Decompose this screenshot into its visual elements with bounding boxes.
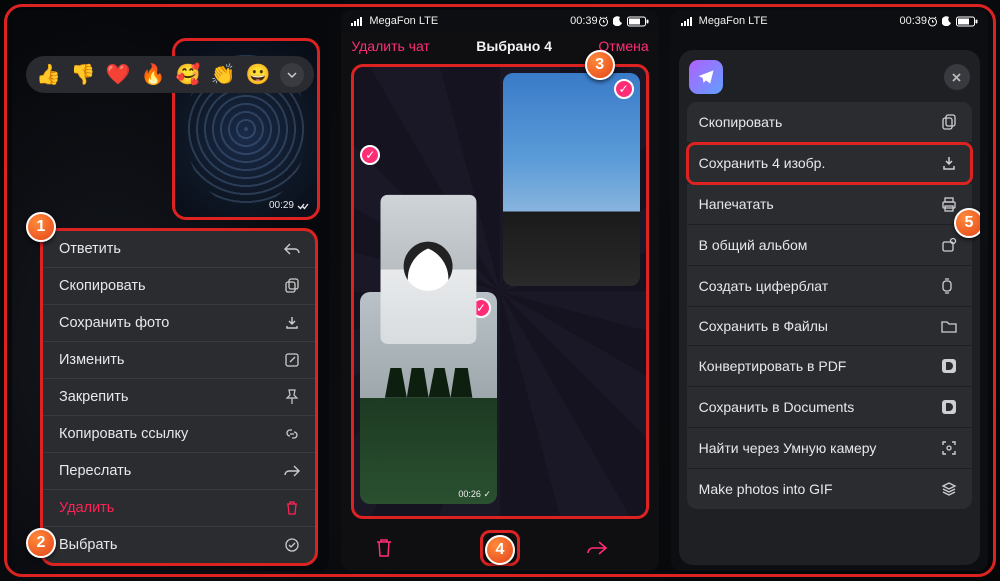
ctx-item-edit[interactable]: Изменить [43,342,315,379]
selected-gallery: ✓ ✓ ✓ ✓ 00:26 ✓ [351,64,648,519]
status-bar: MegaFon LTE 00:39 [341,10,658,32]
forward-icon [283,462,301,480]
step-badge-3: 3 [585,50,615,80]
delete-chat-button[interactable]: Удалить чат [351,38,430,54]
selection-title: Выбрано 4 [476,38,552,54]
alarm-icon [598,16,609,27]
carrier-label: MegaFon LTE [365,15,570,27]
album-icon [940,236,960,254]
share-item-watchface[interactable]: Создать циферблат [687,266,972,307]
context-menu: Ответить Скопировать Сохранить фото Изме… [40,228,318,566]
reaction-bar[interactable]: 👍 👎 ❤️ 🔥 🥰 👏 😀 [26,56,314,93]
pin-icon [283,388,301,406]
share-sheet: 5 Скопировать Сохранить 4 изобр. Напечат… [679,50,980,565]
reaction-fire[interactable]: 🔥 [141,62,166,87]
share-item-print[interactable]: Напечатать [687,184,972,225]
ctx-item-reply[interactable]: Ответить [43,231,315,268]
share-item-save-images[interactable]: Сохранить 4 изобр. [687,143,972,184]
phone-screenshot-1: 👍 👎 ❤️ 🔥 🥰 👏 😀 00:29 1 2 [12,10,329,571]
clock-label: 00:39 [899,15,927,27]
close-button[interactable] [944,64,970,90]
d-app-icon [940,357,960,375]
share-item-copy[interactable]: Скопировать [687,102,972,143]
reaction-smiling[interactable]: 🥰 [176,62,201,87]
reply-icon [283,240,301,258]
signal-icon [351,16,365,26]
reaction-grin[interactable]: 😀 [245,62,270,87]
ctx-item-forward[interactable]: Переслать [43,453,315,490]
copy-icon [940,113,960,131]
share-item-convert-pdf[interactable]: Конвертировать в PDF [687,346,972,387]
reaction-thumbs-up[interactable]: 👍 [36,62,61,87]
edit-icon [283,351,301,369]
reaction-thumbs-down[interactable]: 👎 [71,62,96,87]
share-item-make-gif[interactable]: Make photos into GIF [687,469,972,509]
toolbar-delete-button[interactable] [374,537,414,559]
share-item-save-documents[interactable]: Сохранить в Documents [687,387,972,428]
folder-icon [940,318,960,334]
share-item-shared-album[interactable]: В общий альбом [687,225,972,266]
step-badge-5: 5 [954,208,980,238]
share-actions-list: Скопировать Сохранить 4 изобр. Напечатат… [679,100,980,517]
ctx-item-copy[interactable]: Скопировать [43,268,315,305]
battery-icon [627,16,649,27]
copy-icon [283,277,301,295]
ctx-item-copy-link[interactable]: Копировать ссылку [43,416,315,453]
photo-timestamp: 00:29 [269,200,309,211]
telegram-app-icon [689,60,723,94]
moon-icon [613,16,623,26]
gallery-item[interactable] [503,292,640,505]
photo-timestamp: 00:26 ✓ [458,489,491,500]
step-badge-2: 2 [26,528,56,558]
status-bar: MegaFon LTE 00:39 [671,10,988,32]
d-app-icon [940,398,960,416]
print-icon [940,195,960,213]
reaction-more-icon[interactable] [280,63,304,87]
scan-icon [940,439,960,457]
alarm-icon [927,16,938,27]
reaction-clap[interactable]: 👏 [211,62,236,87]
stack-icon [940,480,960,498]
carrier-label: MegaFon LTE [695,15,900,27]
trash-icon [283,499,301,517]
gallery-item[interactable]: ✓ [503,73,640,286]
phone-screenshot-2: MegaFon LTE 00:39 Удалить чат Выбрано 4 … [341,10,658,571]
clock-label: 00:39 [570,15,598,27]
share-item-smart-camera[interactable]: Найти через Умную камеру [687,428,972,469]
ctx-item-save-photo[interactable]: Сохранить фото [43,305,315,342]
ctx-item-select[interactable]: Выбрать [43,527,315,563]
share-item-save-files[interactable]: Сохранить в Файлы [687,307,972,346]
selection-check-icon[interactable]: ✓ [614,79,634,99]
signal-icon [681,16,695,26]
battery-icon [956,16,978,27]
download-icon [283,314,301,332]
ctx-item-pin[interactable]: Закрепить [43,379,315,416]
step-badge-4: 4 [485,535,515,565]
watch-icon [940,277,960,295]
phone-screenshot-3: MegaFon LTE 00:39 5 Скопировать [671,10,988,571]
select-icon [283,536,301,554]
step-badge-1: 1 [26,212,56,242]
ctx-item-delete[interactable]: Удалить [43,490,315,527]
gallery-item[interactable] [381,195,477,344]
reaction-heart[interactable]: ❤️ [106,62,131,87]
toolbar-forward-button[interactable] [586,539,626,557]
link-icon [283,425,301,443]
save-icon [940,154,960,172]
moon-icon [942,16,952,26]
